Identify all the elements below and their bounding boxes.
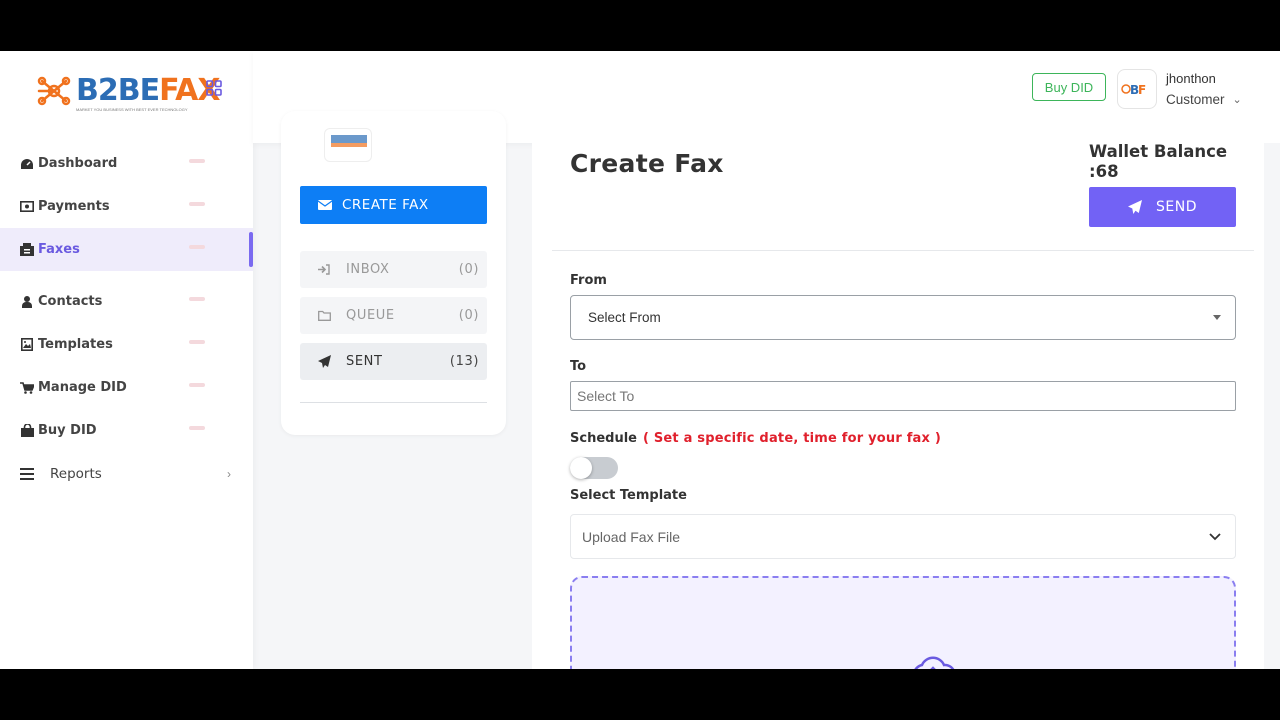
divider <box>552 250 1254 251</box>
brand-thumbnail-icon <box>331 135 367 147</box>
sidebar-item-label: Buy DID <box>38 423 97 438</box>
sidebar-item-label: Templates <box>38 337 113 352</box>
sidebar-item-payments[interactable]: Payments <box>0 185 253 228</box>
network-logo-icon <box>37 76 71 106</box>
badge-placeholder <box>189 202 205 206</box>
money-icon <box>20 200 34 214</box>
paper-plane-icon <box>318 355 332 368</box>
folder-icon <box>318 310 332 321</box>
brand-logo[interactable]: B2BEFAX MARKET YOU BUSINESS WITH BEST EV… <box>36 73 221 112</box>
folder-label: INBOX <box>346 262 390 277</box>
sidebar-item-label: Payments <box>38 199 110 214</box>
schedule-toggle[interactable] <box>570 457 618 479</box>
menu-icon <box>20 467 34 481</box>
svg-text:F: F <box>1138 83 1146 97</box>
template-label: Select Template <box>570 488 687 503</box>
user-icon <box>20 295 34 309</box>
sidebar-item-contacts[interactable]: Contacts <box>0 280 253 323</box>
logo-area: B2BEFAX MARKET YOU BUSINESS WITH BEST EV… <box>0 51 253 142</box>
chevron-down-icon: ⌄ <box>1232 94 1242 106</box>
sidebar-item-faxes[interactable]: Faxes <box>0 228 253 271</box>
cart-icon <box>20 381 34 395</box>
folder-count: (13) <box>449 354 479 369</box>
chevron-down-icon <box>1209 533 1221 541</box>
send-button[interactable]: SEND <box>1089 187 1236 227</box>
folder-count: (0) <box>458 308 479 323</box>
brand-thumbnail <box>324 128 372 162</box>
sidebar-item-manage-did[interactable]: Manage DID <box>0 366 253 409</box>
user-role-dropdown[interactable]: Customer ⌄ <box>1166 92 1242 107</box>
from-selected-value: Select From <box>588 310 661 325</box>
avatar-logo-icon: B F <box>1121 83 1146 97</box>
sidebar-nav: Dashboard Payments Faxes Contacts Templa… <box>0 142 253 495</box>
scrollbar[interactable] <box>1264 143 1280 669</box>
create-fax-form: Create Fax Wallet Balance :68 SEND From … <box>532 139 1264 669</box>
badge-placeholder <box>189 159 205 163</box>
apps-grid-icon[interactable] <box>206 80 222 96</box>
sidebar-item-label: Contacts <box>38 294 103 309</box>
badge-placeholder <box>189 245 205 249</box>
folder-count: (0) <box>458 262 479 277</box>
toggle-knob <box>570 457 592 479</box>
template-select[interactable]: Upload Fax File <box>570 514 1236 559</box>
from-select[interactable]: Select From <box>570 295 1236 340</box>
send-label: SEND <box>1156 199 1197 215</box>
to-label: To <box>570 359 587 374</box>
folder-sent[interactable]: SENT (13) <box>300 343 487 380</box>
badge-placeholder <box>189 383 205 387</box>
to-input[interactable] <box>570 381 1236 411</box>
avatar[interactable]: B F <box>1117 69 1157 109</box>
buy-did-button[interactable]: Buy DID <box>1032 73 1106 101</box>
app-frame: B2BEFAX MARKET YOU BUSINESS WITH BEST EV… <box>0 51 1280 669</box>
envelope-icon <box>318 200 332 210</box>
schedule-hint: ( Set a specific date, time for your fax… <box>642 431 941 446</box>
user-name[interactable]: jhonthon <box>1166 71 1216 86</box>
sidebar-item-label: Reports <box>50 465 102 482</box>
image-icon <box>20 338 34 352</box>
chevron-right-icon: › <box>227 466 231 481</box>
cloud-upload-icon <box>914 656 955 669</box>
create-fax-label: CREATE FAX <box>342 197 429 213</box>
sidebar-item-label: Manage DID <box>38 380 127 395</box>
caret-down-icon <box>1213 315 1221 320</box>
sidebar-item-dashboard[interactable]: Dashboard <box>0 142 253 185</box>
user-role: Customer <box>1166 92 1225 107</box>
sidebar: B2BEFAX MARKET YOU BUSINESS WITH BEST EV… <box>0 51 253 669</box>
sidebar-item-label: Faxes <box>38 242 80 257</box>
folder-label: QUEUE <box>346 308 395 323</box>
badge-placeholder <box>189 340 205 344</box>
logo-tagline: MARKET YOU BUSINESS WITH BEST EVER TECHN… <box>76 107 188 112</box>
sidebar-item-templates[interactable]: Templates <box>0 323 253 366</box>
folder-queue[interactable]: QUEUE (0) <box>300 297 487 334</box>
divider <box>300 402 487 403</box>
schedule-label: Schedule <box>570 431 637 446</box>
logo-wordmark: B2BEFAX <box>76 73 221 108</box>
folder-inbox[interactable]: INBOX (0) <box>300 251 487 288</box>
sidebar-item-buy-did[interactable]: Buy DID <box>0 409 253 452</box>
paper-plane-icon <box>1128 200 1142 214</box>
sidebar-item-reports[interactable]: Reports › <box>0 452 253 495</box>
wallet-balance: Wallet Balance :68 <box>1089 142 1227 182</box>
template-selected-value: Upload Fax File <box>582 528 681 545</box>
page-title: Create Fax <box>570 149 724 178</box>
wallet-label: Wallet Balance <box>1089 142 1228 161</box>
sidebar-item-label: Dashboard <box>38 156 118 171</box>
sign-in-icon <box>318 264 332 275</box>
from-label: From <box>570 273 607 288</box>
schedule-label-row: Schedule ( Set a specific date, time for … <box>570 431 941 446</box>
create-fax-button[interactable]: CREATE FAX <box>300 186 487 224</box>
file-dropzone[interactable] <box>570 576 1236 669</box>
badge-placeholder <box>189 426 205 430</box>
dashboard-icon <box>20 157 34 171</box>
fax-icon <box>20 243 34 257</box>
logo-b2be: B2BE <box>76 73 160 108</box>
badge-placeholder <box>189 297 205 301</box>
folder-panel: CREATE FAX INBOX (0) QUEUE (0) SENT (13) <box>281 111 506 435</box>
folder-label: SENT <box>346 354 383 369</box>
shopping-bag-icon <box>20 424 34 438</box>
wallet-value: :68 <box>1089 162 1119 181</box>
